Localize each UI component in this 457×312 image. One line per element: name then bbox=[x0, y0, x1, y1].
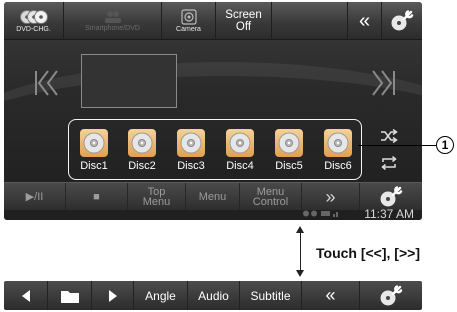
disc-stack-icon bbox=[19, 10, 48, 24]
transition-arrow bbox=[300, 232, 301, 270]
disc-button-1[interactable]: Disc1 bbox=[73, 129, 115, 175]
disc-wrench-icon bbox=[380, 186, 403, 207]
callout-leader-line bbox=[358, 145, 436, 146]
menu-control-button[interactable]: Menu Control bbox=[240, 183, 302, 211]
status-indicator-icons bbox=[302, 209, 342, 220]
disc-button-6[interactable]: Disc6 bbox=[317, 129, 359, 175]
skip-previous-button[interactable] bbox=[34, 68, 60, 105]
double-left-chevron-icon: « bbox=[358, 9, 371, 32]
dvd-changer-source-button[interactable]: DVD-CHG. bbox=[4, 2, 64, 40]
disc-wrench-icon bbox=[391, 10, 414, 31]
disc-icon bbox=[275, 129, 303, 157]
triangle-right-icon bbox=[108, 289, 117, 302]
play-pause-button[interactable]: ▶/II bbox=[4, 183, 66, 211]
camera-label: Camera bbox=[176, 26, 201, 33]
double-right-chevron-icon: » bbox=[325, 187, 336, 207]
menu-control-line2: Control bbox=[252, 196, 289, 208]
touch-instruction: Touch [<<], [>>] bbox=[316, 245, 420, 261]
stop-icon: ■ bbox=[93, 191, 100, 203]
disc-icon bbox=[226, 129, 254, 157]
top-menu-line2: Menu bbox=[142, 196, 171, 208]
screen-off-line2: Off bbox=[235, 21, 252, 33]
double-left-chevron-icon: « bbox=[325, 285, 336, 305]
audio-button[interactable]: Audio bbox=[188, 281, 240, 310]
disc-settings-button[interactable] bbox=[360, 281, 422, 310]
alternate-control-bar: Angle Audio Subtitle « bbox=[4, 281, 422, 310]
dvd-changer-label: DVD-CHG. bbox=[16, 26, 51, 33]
play-pause-label: ▶/II bbox=[25, 191, 44, 203]
disc-label: Disc2 bbox=[128, 160, 156, 172]
inactive-source-button[interactable]: Smartphone/DVD bbox=[64, 2, 162, 40]
back-button[interactable]: « bbox=[348, 2, 382, 40]
menu-button[interactable]: Menu bbox=[186, 183, 240, 211]
screen-off-button[interactable]: Screen Off bbox=[216, 2, 272, 40]
inactive-source-label: Smartphone/DVD bbox=[85, 25, 140, 32]
disc-button-3[interactable]: Disc3 bbox=[170, 129, 212, 175]
audio-label: Audio bbox=[198, 288, 229, 303]
screen-off-line1: Screen bbox=[225, 9, 262, 21]
disc-icon bbox=[128, 129, 156, 157]
disc-icon bbox=[324, 129, 352, 157]
folder-icon bbox=[60, 290, 79, 303]
disc-selector-panel: Disc1 Disc2 Disc3 Disc4 Disc5 Disc6 bbox=[68, 119, 362, 180]
topbar-spacer bbox=[272, 2, 348, 40]
next-button[interactable] bbox=[92, 281, 134, 310]
people-icon bbox=[104, 11, 121, 23]
disc-wrench-icon bbox=[380, 284, 403, 305]
video-preview bbox=[81, 54, 177, 108]
angle-label: Angle bbox=[145, 288, 176, 303]
setup-button[interactable] bbox=[382, 2, 422, 40]
playback-control-bar: ▶/II ■ Top Menu Menu Menu Control » bbox=[4, 182, 422, 211]
disc-icon bbox=[80, 129, 108, 157]
skip-previous-icon bbox=[35, 70, 58, 96]
clock: 11:37 AM bbox=[364, 207, 414, 220]
menu-label: Menu bbox=[198, 191, 227, 203]
skip-next-button[interactable] bbox=[370, 68, 396, 105]
source-bar: DVD-CHG. Smartphone/DVD Camera Screen Of… bbox=[4, 2, 422, 40]
top-menu-button[interactable]: Top Menu bbox=[128, 183, 186, 211]
camera-icon bbox=[180, 9, 197, 25]
status-bar: 11:37 AM bbox=[4, 207, 422, 220]
callout-number: 1 bbox=[436, 136, 454, 154]
repeat-icon bbox=[381, 155, 397, 171]
folder-button[interactable] bbox=[48, 281, 92, 310]
subtitle-button[interactable]: Subtitle bbox=[240, 281, 302, 310]
previous-page-button[interactable]: « bbox=[302, 281, 360, 310]
previous-button[interactable] bbox=[4, 281, 48, 310]
arrow-down-icon bbox=[296, 270, 304, 277]
subtitle-label: Subtitle bbox=[250, 288, 291, 303]
next-page-button[interactable]: » bbox=[302, 183, 360, 211]
stop-button[interactable]: ■ bbox=[66, 183, 128, 211]
disc-label: Disc4 bbox=[226, 160, 254, 172]
disc-button-4[interactable]: Disc4 bbox=[219, 129, 261, 175]
disc-label: Disc5 bbox=[275, 160, 303, 172]
disc-label: Disc3 bbox=[177, 160, 205, 172]
disc-label: Disc1 bbox=[80, 160, 108, 172]
player-screen: DVD-CHG. Smartphone/DVD Camera Screen Of… bbox=[4, 2, 422, 220]
camera-source-button[interactable]: Camera bbox=[162, 2, 216, 40]
disc-button-5[interactable]: Disc5 bbox=[268, 129, 310, 175]
repeat-button[interactable] bbox=[380, 155, 398, 174]
angle-button[interactable]: Angle bbox=[134, 281, 188, 310]
triangle-left-icon bbox=[21, 289, 30, 302]
skip-next-icon bbox=[372, 70, 395, 96]
disc-icon bbox=[177, 129, 205, 157]
disc-label: Disc6 bbox=[324, 160, 352, 172]
shuffle-icon bbox=[381, 128, 398, 144]
disc-button-2[interactable]: Disc2 bbox=[121, 129, 163, 175]
